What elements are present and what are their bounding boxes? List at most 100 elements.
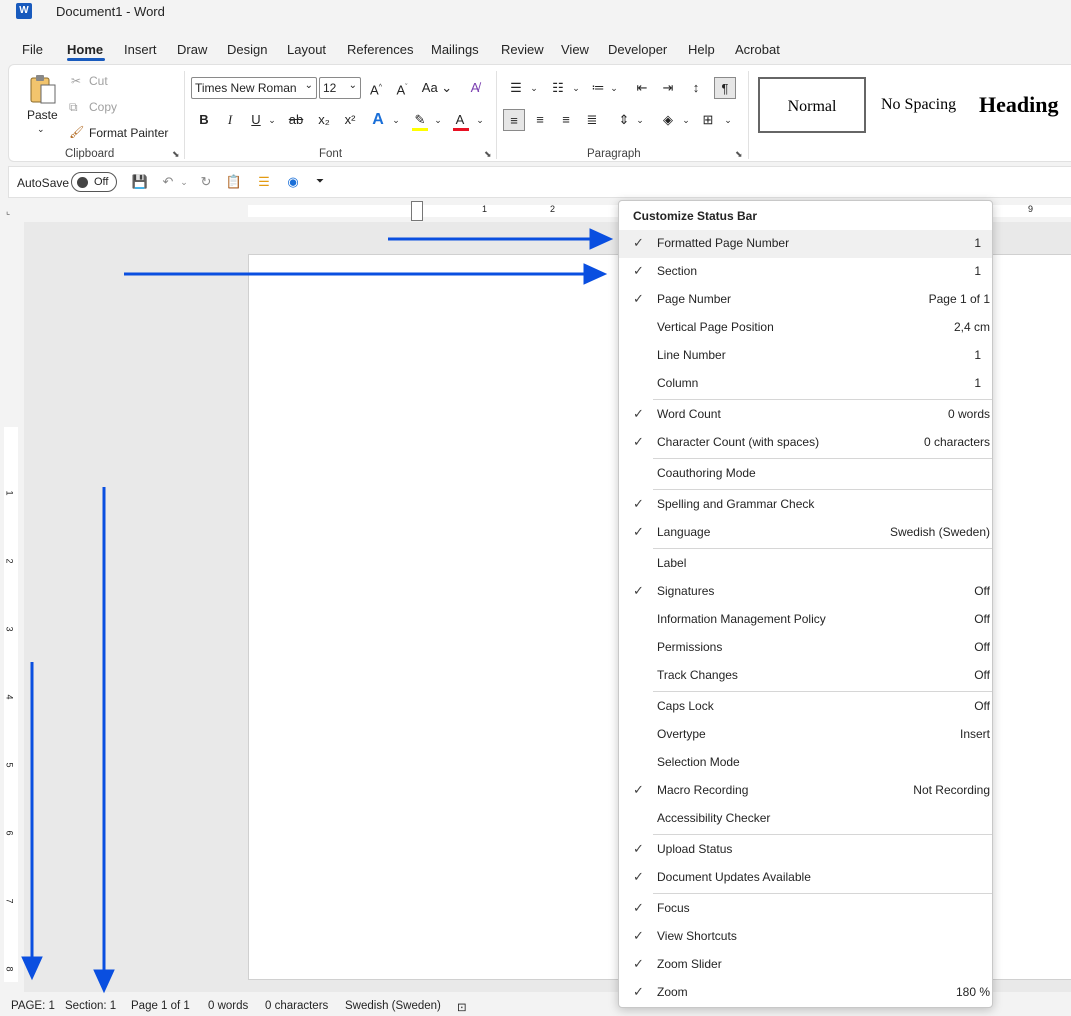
status-formatted-page[interactable]: PAGE: 1	[11, 1000, 55, 1012]
tab-acrobat[interactable]: Acrobat	[735, 42, 780, 57]
clipboard-launcher-icon[interactable]: ⬊	[172, 149, 180, 160]
clipboard-task-icon[interactable]: 📋	[223, 171, 245, 193]
align-center-icon[interactable]: ≡	[529, 109, 551, 131]
chevron-down-icon[interactable]: ⌄	[603, 77, 625, 99]
strikethrough-button[interactable]: ab	[285, 109, 307, 131]
menu-item-track-changes[interactable]: Track Changes Off	[619, 662, 992, 690]
menu-item-information-management-policy[interactable]: Information Management Policy Off	[619, 606, 992, 634]
chevron-down-icon[interactable]: ⌄	[675, 109, 697, 131]
paste-dropdown-icon[interactable]: ⌄	[37, 124, 45, 135]
format-painter-icon[interactable]: 🖌	[69, 125, 84, 139]
show-formatting-icon[interactable]: ¶	[714, 77, 736, 99]
borders-icon[interactable]: ⊞	[697, 109, 719, 131]
menu-item-macro-recording[interactable]: ✓ Macro Recording Not Recording	[619, 777, 992, 805]
menu-item-document-updates-available[interactable]: ✓ Document Updates Available	[619, 864, 992, 892]
copy-button[interactable]: Copy	[89, 100, 117, 114]
tab-draw[interactable]: Draw	[177, 42, 207, 57]
tab-review[interactable]: Review	[501, 42, 544, 57]
tab-mailings[interactable]: Mailings	[431, 42, 479, 57]
tab-home[interactable]: Home	[67, 42, 103, 57]
cut-button[interactable]: Cut	[89, 74, 108, 88]
menu-item-signatures[interactable]: ✓ Signatures Off	[619, 578, 992, 606]
align-left-icon[interactable]: ≡	[503, 109, 525, 131]
clear-formatting-icon[interactable]: A̸	[464, 77, 486, 99]
chevron-down-icon[interactable]: ⌄	[385, 109, 407, 131]
menu-item-zoom[interactable]: ✓ Zoom 180 %	[619, 979, 992, 1007]
menu-item-language[interactable]: ✓ Language Swedish (Sweden)	[619, 519, 992, 547]
change-case-button[interactable]: Aa ⌄	[421, 77, 453, 99]
menu-item-spelling-and-grammar-check[interactable]: ✓ Spelling and Grammar Check	[619, 491, 992, 519]
status-character-count[interactable]: 0 characters	[265, 1000, 328, 1012]
shrink-font-icon[interactable]: Aˇ	[391, 77, 413, 99]
menu-item-accessibility-checker[interactable]: Accessibility Checker	[619, 805, 992, 833]
cut-icon[interactable]: ✂	[71, 74, 81, 88]
tab-selector-icon[interactable]: ⌞	[6, 206, 10, 217]
menu-item-upload-status[interactable]: ✓ Upload Status	[619, 836, 992, 864]
redo-icon[interactable]: ↻	[195, 171, 217, 193]
status-language[interactable]: Swedish (Sweden)	[345, 1000, 441, 1012]
menu-item-coauthoring-mode[interactable]: Coauthoring Mode	[619, 460, 992, 488]
justify-icon[interactable]: ≣	[581, 109, 603, 131]
grow-font-icon[interactable]: A^	[365, 77, 387, 99]
menu-item-overtype[interactable]: Overtype Insert	[619, 721, 992, 749]
style-normal[interactable]: Normal	[758, 77, 866, 133]
menu-item-word-count[interactable]: ✓ Word Count 0 words	[619, 401, 992, 429]
superscript-button[interactable]: x²	[339, 109, 361, 131]
chevron-down-icon[interactable]: ⌄	[523, 77, 545, 99]
menu-item-focus[interactable]: ✓ Focus	[619, 895, 992, 923]
paste-button[interactable]: Paste	[27, 108, 58, 122]
list-styles-icon[interactable]: ☰	[253, 171, 275, 193]
chevron-down-icon[interactable]: ⌄	[427, 109, 449, 131]
copy-icon[interactable]: ⧉	[69, 100, 78, 115]
menu-item-section[interactable]: ✓ Section 1	[619, 258, 992, 286]
font-size-combo[interactable]: 12 ⌄	[319, 77, 361, 99]
style-heading[interactable]: Heading	[979, 77, 1058, 133]
sort-icon[interactable]: ↕	[685, 77, 707, 99]
menu-item-zoom-slider[interactable]: ✓ Zoom Slider	[619, 951, 992, 979]
tab-file[interactable]: File	[22, 42, 43, 57]
chevron-down-icon[interactable]: ⌄	[261, 109, 283, 131]
menu-item-label[interactable]: Label	[619, 550, 992, 578]
chevron-down-icon[interactable]: ⌄	[629, 109, 651, 131]
save-icon[interactable]: 💾	[129, 171, 151, 193]
font-launcher-icon[interactable]: ⬊	[484, 149, 492, 160]
menu-item-page-number[interactable]: ✓ Page Number Page 1 of 1	[619, 286, 992, 314]
status-section[interactable]: Section: 1	[65, 1000, 116, 1012]
customize-qat-icon[interactable]: ⏷	[309, 171, 331, 193]
paragraph-launcher-icon[interactable]: ⬊	[735, 149, 743, 160]
italic-button[interactable]: I	[219, 109, 241, 131]
status-page-number[interactable]: Page 1 of 1	[131, 1000, 190, 1012]
status-word-count[interactable]: 0 words	[208, 1000, 248, 1012]
chevron-down-icon[interactable]: ⌄	[469, 109, 491, 131]
paste-icon[interactable]	[29, 73, 57, 107]
tab-layout[interactable]: Layout	[287, 42, 326, 57]
macro-recording-icon[interactable]: ⊡	[457, 1000, 467, 1014]
font-name-combo[interactable]: Times New Roman ⌄	[191, 77, 317, 99]
menu-item-view-shortcuts[interactable]: ✓ View Shortcuts	[619, 923, 992, 951]
chevron-down-icon[interactable]: ⌄	[717, 109, 739, 131]
tab-developer[interactable]: Developer	[608, 42, 667, 57]
chevron-down-icon[interactable]: ⌄	[565, 77, 587, 99]
menu-item-vertical-page-position[interactable]: Vertical Page Position 2,4 cm	[619, 314, 992, 342]
menu-item-column[interactable]: Column 1	[619, 370, 992, 398]
format-painter-button[interactable]: Format Painter	[89, 126, 168, 140]
tab-design[interactable]: Design	[227, 42, 267, 57]
subscript-button[interactable]: x₂	[313, 109, 335, 131]
menu-item-permissions[interactable]: Permissions Off	[619, 634, 992, 662]
decrease-indent-icon[interactable]: ⇤	[631, 77, 653, 99]
indent-marker-icon[interactable]	[411, 201, 423, 221]
tab-help[interactable]: Help	[688, 42, 715, 57]
increase-indent-icon[interactable]: ⇥	[657, 77, 679, 99]
menu-item-formatted-page-number[interactable]: ✓ Formatted Page Number 1	[619, 230, 992, 258]
tab-insert[interactable]: Insert	[124, 42, 157, 57]
chevron-down-icon[interactable]: ⌄	[173, 171, 195, 193]
menu-item-caps-lock[interactable]: Caps Lock Off	[619, 693, 992, 721]
circle-icon[interactable]: ◉	[282, 171, 304, 193]
style-no-spacing[interactable]: No Spacing	[881, 77, 956, 133]
tab-view[interactable]: View	[561, 42, 589, 57]
bold-button[interactable]: B	[193, 109, 215, 131]
tab-references[interactable]: References	[347, 42, 413, 57]
menu-item-line-number[interactable]: Line Number 1	[619, 342, 992, 370]
menu-item-selection-mode[interactable]: Selection Mode	[619, 749, 992, 777]
autosave-toggle[interactable]: Off	[71, 172, 117, 192]
